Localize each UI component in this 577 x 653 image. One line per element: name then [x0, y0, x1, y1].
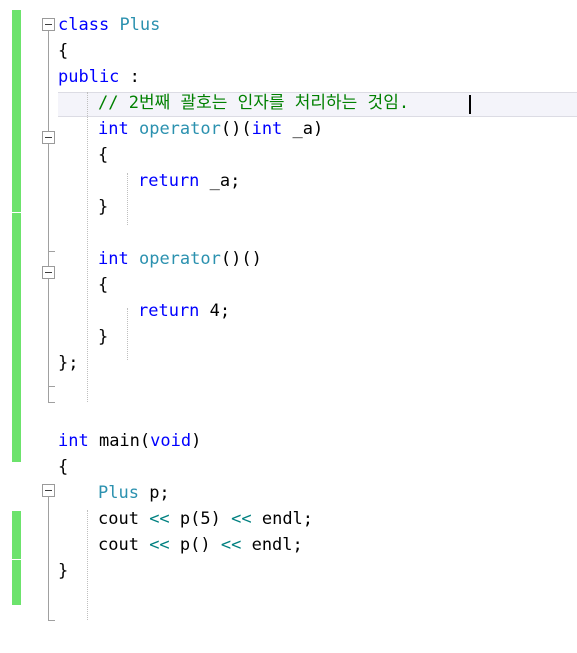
code-token: p() [169, 535, 221, 555]
indent-guide-level2-second [127, 308, 128, 360]
code-token: return [138, 171, 200, 191]
code-line-text: class Plus [58, 12, 160, 38]
code-token: p( [169, 509, 201, 529]
code-token: operator [138, 249, 221, 269]
code-token: ) [210, 509, 232, 529]
code-line-text: { [98, 142, 108, 168]
code-line-text: }; [58, 350, 78, 376]
code-token: Plus [98, 483, 139, 503]
code-token: 4 [209, 301, 220, 321]
code-token: } [58, 561, 69, 581]
fold-box-main[interactable] [42, 484, 55, 497]
code-token: void [150, 431, 192, 451]
code-token: int [58, 431, 89, 451]
code-line-text: { [98, 272, 108, 298]
code-line-text: cout << p(5) << endl; [98, 506, 313, 532]
fold-box-class[interactable] [42, 18, 55, 31]
code-token: int [251, 119, 283, 139]
code-line-text: int operator()(int _a) [98, 116, 323, 142]
code-line-text: } [98, 324, 108, 350]
code-token: Plus [119, 15, 161, 35]
fold-box-operator-two[interactable] [42, 266, 55, 279]
code-token: cout [98, 535, 150, 555]
code-token: _a) [282, 119, 324, 139]
code-line-text: cout << p() << endl; [98, 532, 303, 558]
code-token: } [98, 197, 109, 217]
code-token: int [98, 249, 129, 269]
code-token: { [58, 457, 69, 477]
change-bar-lower [12, 511, 21, 559]
code-line-text: public : [58, 64, 140, 90]
code-token: _a; [199, 171, 241, 191]
code-token: cout [98, 509, 150, 529]
code-line-text: Plus p; [98, 480, 170, 506]
code-token: { [98, 145, 109, 165]
code-token: int [98, 119, 129, 139]
code-line-text: return _a; [138, 168, 240, 194]
code-token: ) [191, 431, 202, 451]
code-token: main( [88, 431, 151, 451]
fold-line-operator-two [48, 279, 55, 387]
indent-guide-level1-upper [87, 92, 88, 402]
code-token: // 2번째 괄호는 인자를 처리하는 것임. [98, 93, 410, 113]
code-token: ()() [220, 249, 262, 269]
code-line-text: int operator()() [98, 246, 262, 272]
code-token: class [58, 15, 110, 35]
fold-box-operator-one[interactable] [42, 131, 55, 144]
code-token: 5 [200, 509, 211, 529]
code-token: << [149, 509, 170, 529]
fold-line-main [48, 497, 55, 621]
code-token: public [58, 67, 120, 87]
code-line-text: { [58, 454, 68, 480]
indent-guide-level1-main [87, 510, 88, 620]
code-line-text: int main(void) [58, 428, 201, 454]
code-editor-surface[interactable]: class Plus { public : // 2번째 괄호는 인자를 처리하는 것… [0, 0, 577, 653]
code-token: { [98, 275, 109, 295]
code-token: << [149, 535, 170, 555]
code-token: operator [138, 119, 221, 139]
code-token: << [231, 509, 252, 529]
code-token: ()( [220, 119, 252, 139]
code-token: << [220, 535, 242, 555]
code-token: } [98, 327, 109, 347]
text-caret [469, 95, 471, 114]
code-line-text: { [58, 38, 68, 64]
code-line-text: } [98, 194, 108, 220]
code-token: p; [138, 483, 170, 503]
code-token: }; [58, 353, 79, 373]
code-token: { [58, 41, 69, 61]
code-line-text: return 4; [138, 298, 230, 324]
fold-line-operator-one [48, 144, 55, 252]
code-token: return [138, 301, 200, 321]
code-line-text: } [58, 558, 68, 584]
change-bar-upper [12, 10, 21, 212]
indent-guide-level2-first [127, 173, 128, 225]
code-token: ; [219, 301, 231, 321]
code-token: : [119, 67, 140, 87]
code-line-text: // 2번째 괄호는 인자를 처리하는 것임. [98, 90, 409, 116]
change-bar-mid [12, 213, 21, 462]
change-bar-last [12, 560, 21, 605]
code-token: endl; [251, 509, 314, 529]
code-token: endl; [241, 535, 303, 555]
